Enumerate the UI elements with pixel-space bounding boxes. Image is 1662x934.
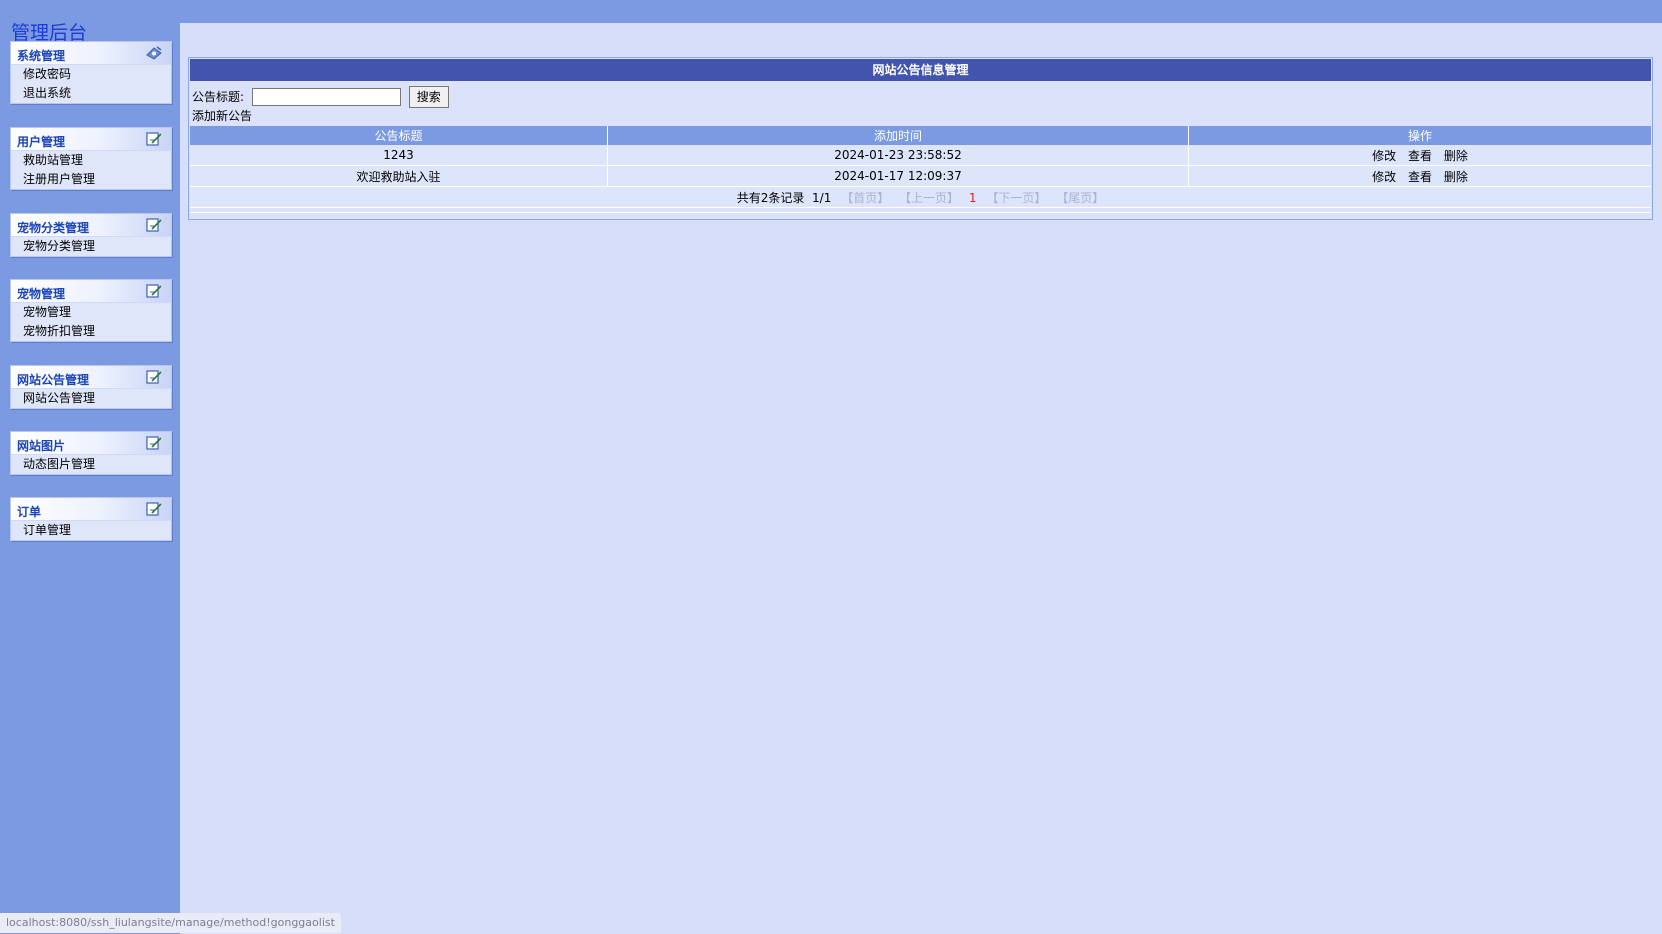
status-bar-url: localhost:8080/ssh_liulangsite/manage/me… — [0, 913, 341, 933]
edit-icon — [146, 436, 162, 450]
menu-group-users: 用户管理 救助站管理 注册用户管理 — [10, 127, 172, 190]
sidebar: 管理后台 系统管理 修改密码 退出系统 用户管理 救助站管理 注册用户管理 宠物… — [0, 0, 180, 934]
search-label: 公告标题: — [192, 89, 245, 104]
pagination: 共有2条记录 1/1 【首页】 【上一页】 1 【下一页】 【尾页】 — [734, 189, 1107, 206]
pager-summary: 共有2条记录 1/1 — [736, 190, 832, 205]
edit-link[interactable]: 修改 — [1372, 170, 1396, 184]
view-link[interactable]: 查看 — [1408, 149, 1432, 163]
menu-item-pet-category[interactable]: 宠物分类管理 — [11, 237, 171, 256]
edit-link[interactable]: 修改 — [1372, 149, 1396, 163]
column-header-actions: 操作 — [1188, 126, 1651, 145]
menu-group-pet-category: 宠物分类管理 宠物分类管理 — [10, 213, 172, 257]
menu-header-label: 宠物管理 — [17, 287, 66, 301]
table-header-row: 公告标题 添加时间 操作 — [190, 126, 1651, 145]
pager-first[interactable]: 【首页】 — [841, 191, 889, 205]
edit-icon — [146, 370, 162, 384]
system-settings-icon — [146, 46, 162, 60]
delete-link[interactable]: 删除 — [1444, 170, 1468, 184]
pager-next[interactable]: 【下一页】 — [986, 191, 1046, 205]
pager-cell: 共有2条记录 1/1 【首页】 【上一页】 1 【下一页】 【尾页】 — [190, 186, 1651, 208]
menu-header-label: 系统管理 — [17, 49, 66, 63]
announcement-panel: 网站公告信息管理 公告标题: 搜索 添加新公告 公告标题 添加时间 操作 124… — [188, 57, 1653, 220]
menu-header-users[interactable]: 用户管理 — [11, 128, 171, 151]
menu-header-announcements[interactable]: 网站公告管理 — [11, 366, 171, 389]
pager-last[interactable]: 【尾页】 — [1056, 191, 1104, 205]
cell-actions: 修改 查看 删除 — [1188, 165, 1651, 187]
edit-icon — [146, 132, 162, 146]
panel-title: 网站公告信息管理 — [190, 59, 1651, 81]
pager-row: 共有2条记录 1/1 【首页】 【上一页】 1 【下一页】 【尾页】 — [190, 186, 1651, 208]
menu-item-rescue-station[interactable]: 救助站管理 — [11, 151, 171, 170]
main-content: 网站公告信息管理 公告标题: 搜索 添加新公告 公告标题 添加时间 操作 124… — [180, 23, 1662, 934]
menu-header-site-images[interactable]: 网站图片 — [11, 432, 171, 455]
add-announcement-link[interactable]: 添加新公告 — [192, 107, 252, 125]
menu-header-label: 网站公告管理 — [17, 373, 90, 387]
menu-item-logout[interactable]: 退出系统 — [11, 84, 171, 103]
cell-actions: 修改 查看 删除 — [1188, 145, 1651, 166]
cell-time: 2024-01-17 12:09:37 — [607, 165, 1189, 187]
menu-header-orders[interactable]: 订单 — [11, 498, 171, 521]
menu-header-label: 用户管理 — [17, 135, 66, 149]
menu-header-label: 网站图片 — [17, 439, 66, 453]
menu-item-registered-users[interactable]: 注册用户管理 — [11, 170, 171, 189]
menu-group-orders: 订单 订单管理 — [10, 497, 172, 541]
top-bar — [0, 0, 1662, 23]
column-header-title: 公告标题 — [190, 126, 608, 145]
menu-group-announcements: 网站公告管理 网站公告管理 — [10, 365, 172, 409]
menu-header-system[interactable]: 系统管理 — [11, 42, 171, 65]
menu-item-change-password[interactable]: 修改密码 — [11, 65, 171, 84]
pager-current: 1 — [968, 190, 977, 205]
menu-group-pets: 宠物管理 宠物管理 宠物折扣管理 — [10, 279, 172, 342]
panel-divider — [190, 212, 1651, 213]
menu-header-pet-category[interactable]: 宠物分类管理 — [11, 214, 171, 237]
menu-item-pet-discount[interactable]: 宠物折扣管理 — [11, 322, 171, 341]
menu-item-announcement-management[interactable]: 网站公告管理 — [11, 389, 171, 408]
pager-prev[interactable]: 【上一页】 — [899, 191, 959, 205]
cell-time: 2024-01-23 23:58:52 — [607, 145, 1189, 166]
menu-item-dynamic-images[interactable]: 动态图片管理 — [11, 455, 171, 474]
menu-header-label: 订单 — [17, 505, 42, 519]
column-header-time: 添加时间 — [607, 126, 1189, 145]
search-button[interactable]: 搜索 — [408, 85, 449, 108]
menu-group-system: 系统管理 修改密码 退出系统 — [10, 41, 172, 104]
edit-icon — [146, 218, 162, 232]
delete-link[interactable]: 删除 — [1444, 149, 1468, 163]
table-row: 欢迎救助站入驻 2024-01-17 12:09:37 修改 查看 删除 — [190, 165, 1651, 187]
table-row: 1243 2024-01-23 23:58:52 修改 查看 删除 — [190, 145, 1651, 166]
announcement-table: 公告标题 添加时间 操作 1243 2024-01-23 23:58:52 修改… — [190, 126, 1651, 208]
menu-item-order-management[interactable]: 订单管理 — [11, 521, 171, 540]
view-link[interactable]: 查看 — [1408, 170, 1432, 184]
search-row: 公告标题: 搜索 — [192, 85, 449, 108]
menu-header-pets[interactable]: 宠物管理 — [11, 280, 171, 303]
menu-header-label: 宠物分类管理 — [17, 221, 90, 235]
cell-title: 欢迎救助站入驻 — [190, 165, 608, 187]
cell-title: 1243 — [190, 145, 608, 166]
search-input[interactable] — [251, 87, 401, 106]
edit-icon — [146, 284, 162, 298]
menu-item-pet-management[interactable]: 宠物管理 — [11, 303, 171, 322]
menu-group-site-images: 网站图片 动态图片管理 — [10, 431, 172, 475]
edit-icon — [146, 502, 162, 516]
